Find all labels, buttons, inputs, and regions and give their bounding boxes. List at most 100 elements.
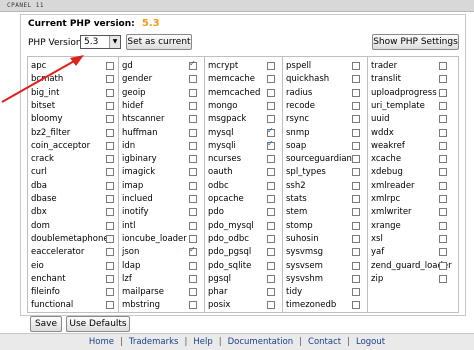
extension-checkbox[interactable] [439,75,447,84]
extension-checkbox[interactable] [189,128,197,137]
extension-checkbox[interactable] [352,168,360,177]
extension-checkbox[interactable] [267,126,275,137]
extension-checkbox[interactable] [352,128,360,137]
extension-checkbox[interactable] [352,261,360,270]
extension-checkbox[interactable] [352,195,360,203]
extension-checkbox[interactable] [189,261,197,270]
extension-checkbox[interactable] [267,115,275,124]
extension-checkbox[interactable] [189,101,197,110]
extension-checkbox[interactable] [106,168,114,177]
extension-checkbox[interactable] [106,62,114,70]
extension-checkbox[interactable] [267,181,275,190]
extension-checkbox[interactable] [439,168,447,177]
extension-checkbox[interactable] [267,195,275,203]
extension-checkbox[interactable] [189,155,197,164]
extension-checkbox[interactable] [106,234,114,243]
extension-checkbox[interactable] [439,208,447,217]
extension-checkbox[interactable] [439,274,447,283]
extension-checkbox[interactable] [189,88,197,97]
extension-checkbox[interactable] [439,62,447,70]
extension-checkbox[interactable] [267,221,275,230]
extension-checkbox[interactable] [439,155,447,164]
php-version-select[interactable]: 5.3 ▼ [80,35,121,49]
extension-checkbox[interactable] [267,168,275,177]
extension-checkbox[interactable] [352,274,360,283]
extension-checkbox[interactable] [106,181,114,190]
extension-checkbox[interactable] [439,101,447,110]
extension-checkbox[interactable] [106,195,114,203]
footer-link-help[interactable]: Help [193,337,212,347]
extension-checkbox[interactable] [189,234,197,243]
extension-checkbox[interactable] [352,181,360,190]
extension-checkbox[interactable] [106,115,114,124]
extension-checkbox[interactable] [106,75,114,84]
extension-checkbox[interactable] [439,141,447,150]
extension-checkbox[interactable] [439,221,447,230]
footer-link-logout[interactable]: Logout [356,337,385,347]
extension-checkbox[interactable] [189,221,197,230]
show-php-settings-button[interactable]: Show PHP Settings [372,34,459,50]
extension-checkbox[interactable] [189,301,197,310]
extension-checkbox[interactable] [189,168,197,177]
extension-checkbox[interactable] [352,221,360,230]
extension-checkbox[interactable] [189,274,197,283]
extension-checkbox[interactable] [189,181,197,190]
set-as-current-button[interactable]: Set as current [126,34,192,50]
extension-checkbox[interactable] [106,88,114,97]
extension-checkbox[interactable] [352,62,360,70]
use-defaults-button[interactable]: Use Defaults [66,316,130,332]
extension-checkbox[interactable] [189,115,197,124]
footer-link-contact[interactable]: Contact [308,337,341,347]
extension-checkbox[interactable] [352,115,360,124]
extension-checkbox[interactable] [189,75,197,84]
extension-checkbox[interactable] [267,234,275,243]
footer-link-documentation[interactable]: Documentation [228,337,294,347]
extension-checkbox[interactable] [106,128,114,137]
extension-checkbox[interactable] [352,248,360,257]
extension-checkbox[interactable] [267,88,275,97]
extension-checkbox[interactable] [189,195,197,203]
extension-checkbox[interactable] [439,115,447,124]
extension-checkbox[interactable] [106,221,114,230]
extension-checkbox[interactable] [439,234,447,243]
footer-link-trademarks[interactable]: Trademarks [129,337,179,347]
extension-checkbox[interactable] [267,301,275,310]
extension-checkbox[interactable] [352,155,360,164]
extension-checkbox[interactable] [439,195,447,203]
extension-checkbox[interactable] [352,75,360,84]
extension-checkbox[interactable] [439,181,447,190]
extension-checkbox[interactable] [352,88,360,97]
extension-checkbox[interactable] [106,155,114,164]
extension-checkbox[interactable] [352,141,360,150]
extension-checkbox[interactable] [189,141,197,150]
footer-link-home[interactable]: Home [89,337,114,347]
extension-checkbox[interactable] [189,59,197,70]
extension-checkbox[interactable] [106,301,114,310]
extension-checkbox[interactable] [267,208,275,217]
extension-checkbox[interactable] [267,101,275,110]
extension-checkbox[interactable] [106,261,114,270]
extension-checkbox[interactable] [352,288,360,297]
extension-checkbox[interactable] [189,208,197,217]
extension-checkbox[interactable] [267,248,275,257]
extension-checkbox[interactable] [439,248,447,257]
extension-checkbox[interactable] [106,141,114,150]
extension-checkbox[interactable] [106,208,114,217]
extension-checkbox[interactable] [267,288,275,297]
extension-checkbox[interactable] [267,62,275,70]
extension-checkbox[interactable] [106,288,114,297]
extension-checkbox[interactable] [267,261,275,270]
extension-checkbox[interactable] [189,288,197,297]
extension-checkbox[interactable] [267,75,275,84]
extension-checkbox[interactable] [439,261,447,270]
extension-checkbox[interactable] [267,274,275,283]
extension-checkbox[interactable] [352,101,360,110]
extension-checkbox[interactable] [439,88,447,97]
extension-checkbox[interactable] [439,128,447,137]
extension-checkbox[interactable] [106,248,114,257]
extension-checkbox[interactable] [267,155,275,164]
extension-checkbox[interactable] [267,139,275,150]
chevron-down-icon[interactable]: ▼ [109,36,120,48]
extension-checkbox[interactable] [352,208,360,217]
extension-checkbox[interactable] [189,245,197,257]
